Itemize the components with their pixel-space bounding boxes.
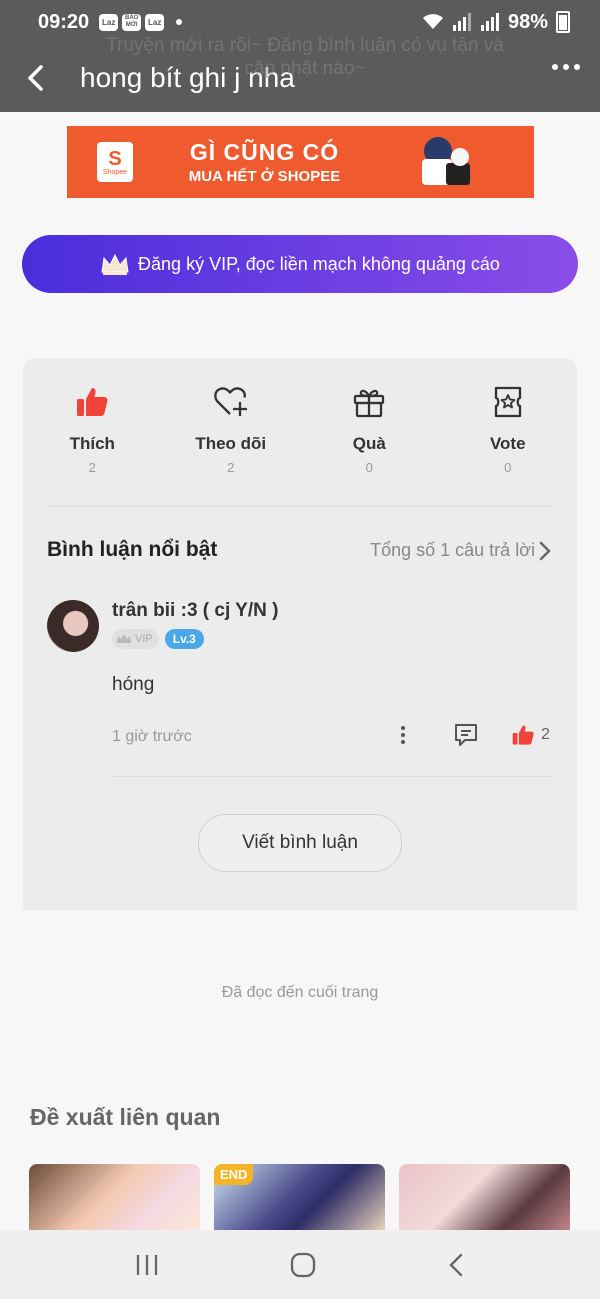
like-label: Thích [69,434,115,453]
crown-icon [117,634,131,643]
gift-label: Quà [352,434,386,453]
battery-icon [556,11,570,33]
comment-time: 1 giờ trước [112,728,192,745]
vip-badge-label: VIP [135,633,153,645]
related-comic-thumbnail[interactable]: END [214,1164,385,1234]
chevron-right-icon [539,541,551,560]
ad-text: GÌ CŨNG CÓ MUA HẾT Ở SHOPEE [113,139,416,185]
related-list: END [29,1164,570,1234]
more-vertical-icon [401,740,405,744]
system-navigation-bar [0,1230,600,1299]
crown-icon [101,253,129,275]
level-badge: Lv.3 [164,629,204,649]
like-action[interactable]: Thích 2 [23,382,162,475]
vip-banner-text: Đăng ký VIP, đọc liền mạch không quảng c… [138,253,500,274]
comment-username[interactable]: trân bii :3 ( cj Y/N ) [112,600,278,622]
end-tag: END [214,1164,254,1185]
like-count: 2 [88,460,96,475]
notification-icons: Laz BÁO MỚI Laz [99,13,183,31]
end-of-page-text: Đã đọc đến cuối trang [221,984,379,1001]
related-comic-thumbnail[interactable] [399,1164,570,1234]
back-nav-icon[interactable] [446,1252,466,1278]
gift-icon [352,382,386,422]
more-vertical-icon [401,726,405,730]
wifi-icon [422,14,443,29]
ad-products-image [416,133,476,191]
more-dot-icon [563,64,569,70]
ad-line-2: MUA HẾT Ở SHOPEE [188,168,341,185]
lazada-notification-icon: Laz [99,13,119,31]
interaction-card: Thích 2 Theo dõi 2 Quà 0 Vote 0 Bình luậ… [23,358,577,910]
status-right: 98% [422,11,570,34]
more-options-button[interactable] [552,64,580,70]
comment-like-count: 2 [541,726,550,743]
more-dot-icon [552,64,558,70]
signal-icon [452,13,471,31]
follow-action[interactable]: Theo dõi 2 [162,382,301,475]
baomoi-notification-icon: BÁO MỚI [122,13,142,31]
comment-more-button[interactable] [401,726,405,744]
comment-divider [111,776,553,777]
gift-count: 0 [365,460,373,475]
back-arrow-icon [28,65,43,91]
featured-comments-title: Bình luận nổi bật [47,538,218,561]
more-vertical-icon [401,733,405,737]
recent-apps-icon[interactable] [134,1253,160,1277]
background-announcement-text: Truyện mới ra rồi~ Đăng bình luận có vụ … [106,35,504,79]
status-time: 09:20 [38,10,90,33]
avatar[interactable] [47,600,99,652]
comment-reply-icon [455,724,477,746]
ad-line-1: GÌ CŨNG CÓ [189,139,340,165]
vote-count: 0 [504,460,512,475]
vip-signup-banner[interactable]: Đăng ký VIP, đọc liền mạch không quảng c… [22,235,578,293]
related-section-title: Đề xuất liên quan [30,1104,221,1130]
total-replies-text: Tổng số 1 câu trả lời [370,540,535,560]
more-dot-icon [574,64,580,70]
follow-label: Theo dõi [195,434,267,453]
vote-action[interactable]: Vote 0 [439,382,578,475]
shopee-ad-banner[interactable]: S Shopee GÌ CŨNG CÓ MUA HẾT Ở SHOPEE [67,126,534,198]
action-row: Thích 2 Theo dõi 2 Quà 0 Vote 0 [23,382,577,475]
total-replies-link[interactable]: Tổng số 1 câu trả lời [370,540,551,561]
gift-action[interactable]: Quà 0 [300,382,439,475]
heart-plus-icon [213,382,249,422]
vote-label: Vote [489,434,526,453]
related-comic-thumbnail[interactable] [29,1164,200,1234]
battery-percent: 98% [507,10,548,33]
comment-like-button[interactable]: 2 [511,724,550,746]
follow-count: 2 [227,460,235,475]
write-comment-button[interactable]: Viết bình luận [198,814,402,872]
vip-badge: VIP [112,629,159,649]
thumbs-up-icon [512,725,534,745]
more-notifications-dot [176,19,183,25]
divider [47,506,553,507]
home-icon[interactable] [289,1251,317,1279]
user-badges: VIP Lv.3 [112,629,204,649]
lazada-notification-icon-2: Laz [145,13,165,31]
signal-icon-2 [480,13,499,31]
reply-button[interactable] [453,722,479,753]
thumbs-up-icon [75,382,109,422]
back-button[interactable] [0,44,70,112]
comment-text: hóng [112,674,155,695]
vote-ticket-icon [493,382,523,422]
